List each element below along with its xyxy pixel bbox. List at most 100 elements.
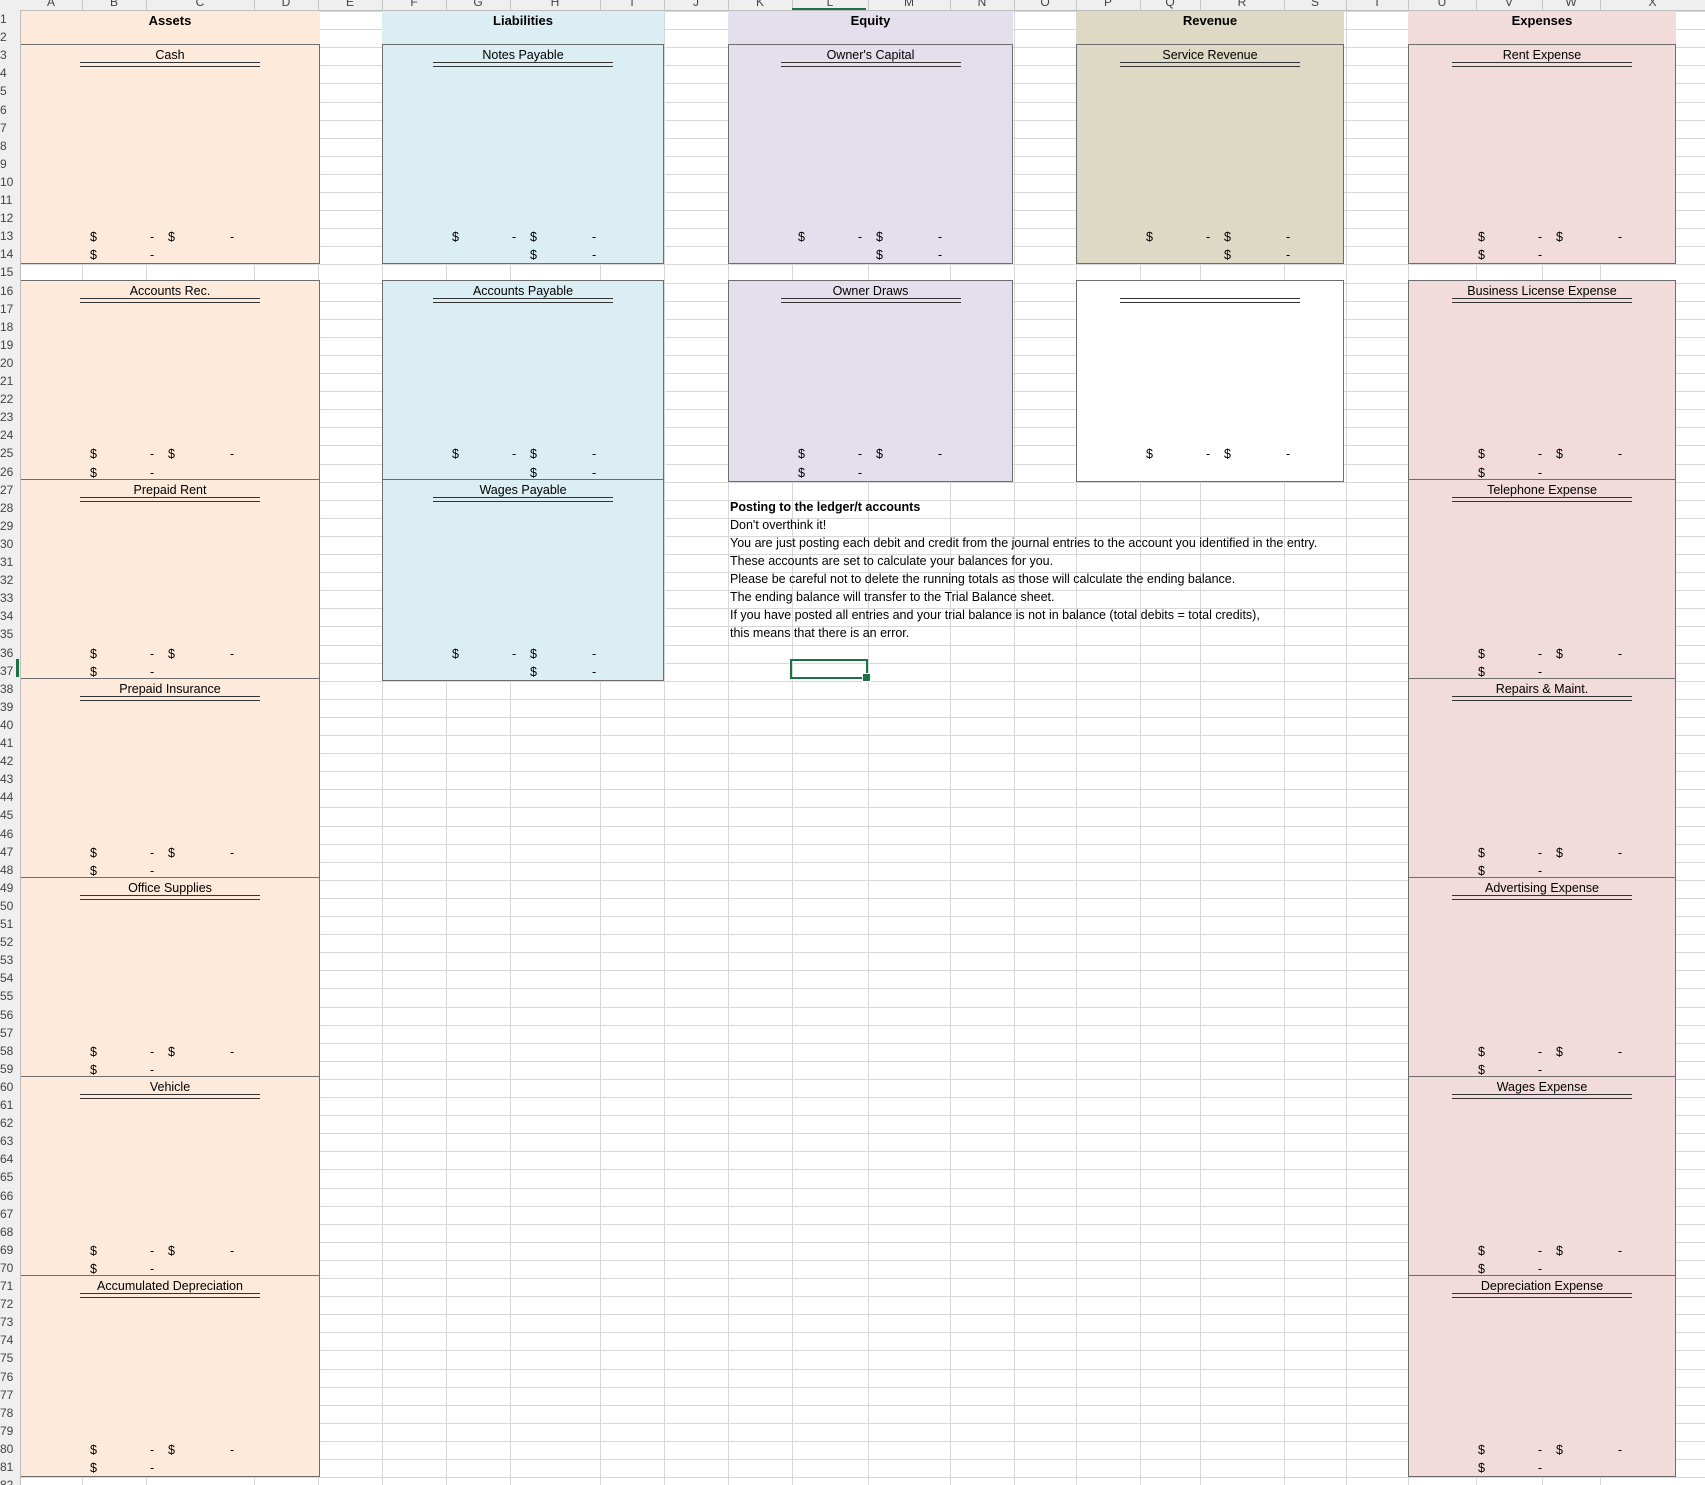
row-number[interactable]: 57 [0,1024,19,1042]
row-number[interactable]: 39 [0,698,19,716]
balance-currency[interactable]: $ [530,248,537,262]
fill-handle[interactable] [862,673,871,682]
balance-value[interactable]: - [150,864,154,878]
debit-total-currency[interactable]: $ [1478,1244,1485,1258]
debit-total-currency[interactable]: $ [90,447,97,461]
balance-value[interactable]: - [592,466,596,480]
debit-total-currency[interactable]: $ [1478,647,1485,661]
row-number[interactable]: 42 [0,752,19,770]
balance-value[interactable]: - [150,1063,154,1077]
row-header[interactable]: 1 2 3 4 5 6 7 8 9 10 11 12 13 14 15 16 17 18 19 20 21 22 23 24 2… [0,0,21,1485]
column-letter[interactable]: O [1014,0,1076,9]
row-number[interactable]: 5 [0,82,19,100]
row-number[interactable]: 16 [0,282,19,300]
credit-total-currency[interactable]: $ [530,647,537,661]
debit-total-currency[interactable]: $ [1478,1443,1485,1457]
t-account-liabilities[interactable] [382,280,664,482]
debit-total-value[interactable]: - [150,846,154,860]
row-number[interactable]: 3 [0,46,19,64]
debit-total-value[interactable]: - [1538,846,1542,860]
row-number[interactable]: 11 [0,191,19,209]
row-number[interactable]: 24 [0,426,19,444]
row-number[interactable]: 43 [0,770,19,788]
row-number[interactable]: 9 [0,155,19,173]
credit-total-value[interactable]: - [230,1443,234,1457]
t-account-liabilities[interactable] [382,44,664,264]
row-number[interactable]: 56 [0,1006,19,1024]
row-number[interactable]: 58 [0,1042,19,1060]
row-number[interactable]: 1 [0,10,19,28]
balance-value[interactable]: - [150,466,154,480]
debit-total-currency[interactable]: $ [1146,230,1153,244]
row-number[interactable]: 28 [0,499,19,517]
credit-total-currency[interactable]: $ [1556,1443,1563,1457]
debit-total-value[interactable]: - [150,1244,154,1258]
row-number[interactable]: 32 [0,571,19,589]
balance-value[interactable]: - [1538,466,1542,480]
row-number[interactable]: 68 [0,1223,19,1241]
row-number[interactable]: 33 [0,589,19,607]
row-number[interactable]: 46 [0,825,19,843]
debit-total-currency[interactable]: $ [452,647,459,661]
balance-value[interactable]: - [1538,1063,1542,1077]
balance-value[interactable]: - [1538,665,1542,679]
debit-total-value[interactable]: - [512,647,516,661]
balance-currency[interactable]: $ [1478,248,1485,262]
column-letter[interactable]: Q [1140,0,1200,9]
credit-total-currency[interactable]: $ [168,230,175,244]
debit-total-value[interactable]: - [1538,1045,1542,1059]
credit-total-value[interactable]: - [1618,846,1622,860]
row-number[interactable]: 63 [0,1132,19,1150]
row-number[interactable]: 21 [0,372,19,390]
row-number[interactable]: 34 [0,607,19,625]
balance-currency[interactable]: $ [1478,1461,1485,1475]
row-number[interactable]: 62 [0,1114,19,1132]
credit-total-currency[interactable]: $ [876,230,883,244]
credit-total-value[interactable]: - [1618,230,1622,244]
balance-value[interactable]: - [150,1262,154,1276]
debit-total-currency[interactable]: $ [1478,447,1485,461]
row-number[interactable]: 81 [0,1458,19,1476]
column-letter[interactable]: A [20,0,82,9]
row-number[interactable]: 19 [0,336,19,354]
debit-total-value[interactable]: - [1206,230,1210,244]
t-account-equity[interactable] [728,280,1013,482]
row-number[interactable]: 59 [0,1060,19,1078]
column-letter[interactable]: P [1076,0,1140,9]
credit-total-value[interactable]: - [230,1045,234,1059]
row-number[interactable]: 74 [0,1331,19,1349]
column-letter[interactable]: F [382,0,446,9]
balance-value[interactable]: - [1286,248,1290,262]
column-letter[interactable]: T [1346,0,1408,9]
row-number[interactable]: 25 [0,444,19,462]
balance-currency[interactable]: $ [876,248,883,262]
balance-value[interactable]: - [1538,864,1542,878]
row-number[interactable]: 40 [0,716,19,734]
balance-currency[interactable]: $ [90,1461,97,1475]
credit-total-value[interactable]: - [230,230,234,244]
column-letter[interactable]: H [510,0,600,9]
row-number[interactable]: 22 [0,390,19,408]
debit-total-currency[interactable]: $ [798,230,805,244]
row-number[interactable]: 80 [0,1440,19,1458]
credit-total-currency[interactable]: $ [530,447,537,461]
row-number[interactable]: 79 [0,1422,19,1440]
balance-value[interactable]: - [592,248,596,262]
column-letter[interactable]: M [868,0,950,9]
row-number[interactable]: 51 [0,915,19,933]
column-letter[interactable]: J [664,0,728,9]
balance-currency[interactable]: $ [90,864,97,878]
debit-total-value[interactable]: - [512,230,516,244]
row-number[interactable]: 65 [0,1168,19,1186]
balance-value[interactable]: - [1538,1262,1542,1276]
row-number[interactable]: 20 [0,354,19,372]
debit-total-currency[interactable]: $ [90,230,97,244]
debit-total-currency[interactable]: $ [90,846,97,860]
debit-total-value[interactable]: - [1206,447,1210,461]
column-letter[interactable]: B [82,0,146,9]
credit-total-currency[interactable]: $ [1556,846,1563,860]
credit-total-currency[interactable]: $ [1556,647,1563,661]
column-letter[interactable]: K [728,0,792,9]
balance-value[interactable]: - [592,665,596,679]
credit-total-value[interactable]: - [230,1244,234,1258]
